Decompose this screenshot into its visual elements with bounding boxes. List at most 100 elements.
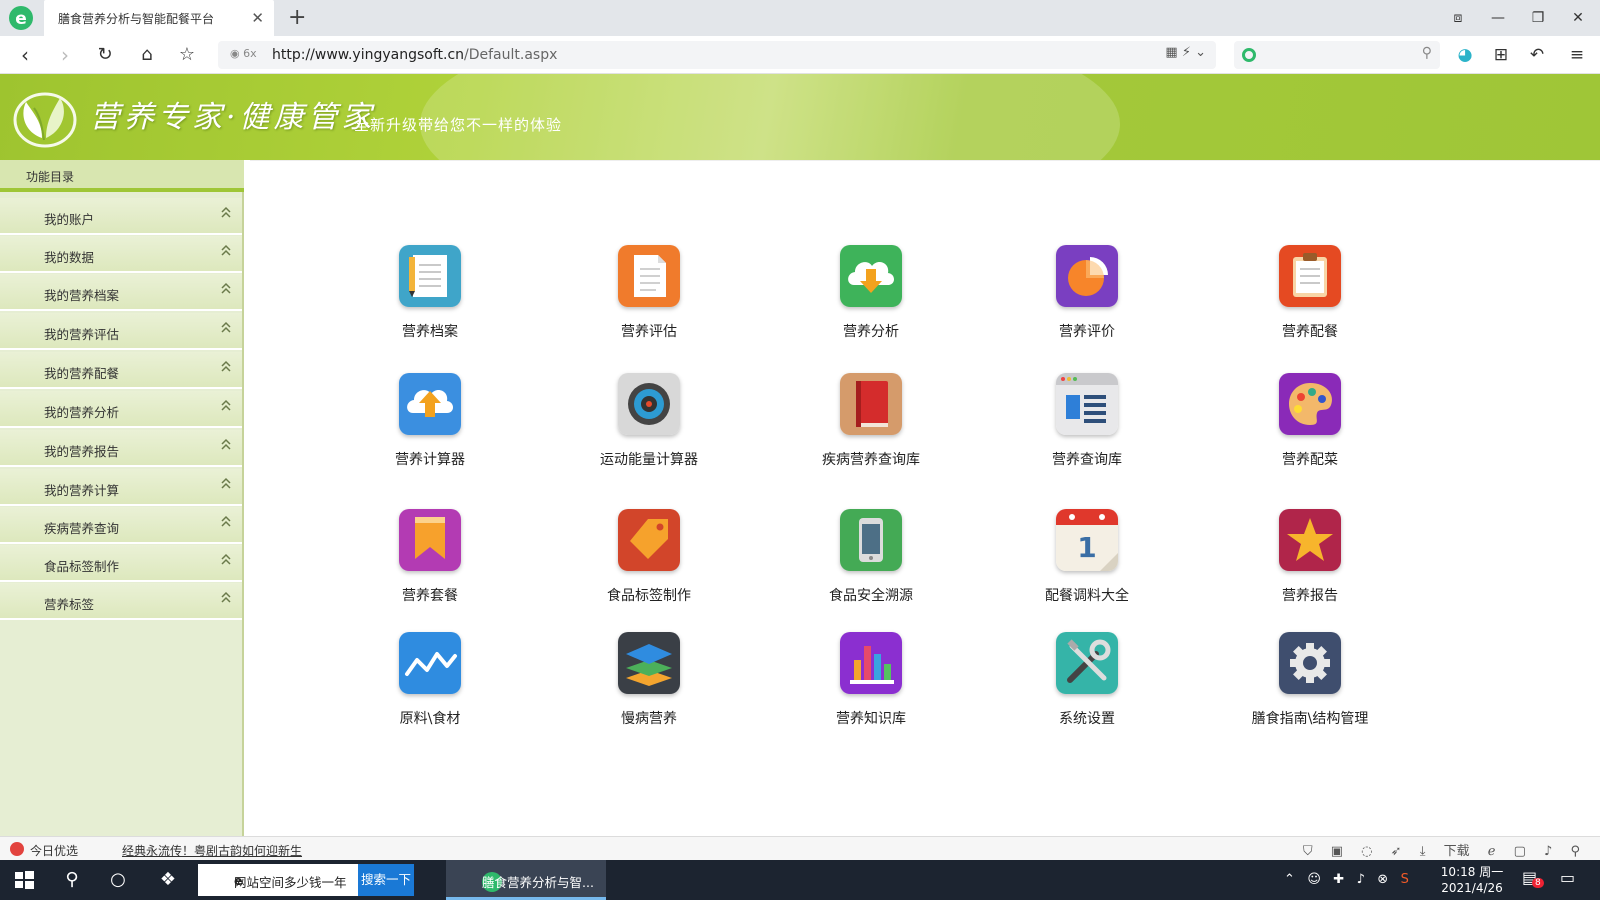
restore-icon[interactable]: ❐ [1528, 8, 1548, 28]
double-chevron-up-icon[interactable] [220, 591, 232, 605]
app-tile-label[interactable]: 营养报告 [1225, 585, 1395, 605]
app-tile-label[interactable]: 配餐调料大全 [1002, 585, 1172, 605]
home-icon[interactable]: ⌂ [134, 42, 160, 68]
search-icon[interactable]: ⚲ [1422, 45, 1432, 61]
app-tile[interactable]: 营养知识库 [786, 632, 956, 740]
app-tile[interactable]: 食品安全溯源 [786, 509, 956, 617]
clipboard-icon[interactable] [1279, 245, 1341, 307]
shield-icon[interactable]: ⛉ [1303, 844, 1313, 859]
sidebar-item[interactable]: 我的数据 [0, 236, 242, 273]
sidebar-item[interactable]: 食品标签制作 [0, 545, 242, 582]
app-tile[interactable]: 营养报告 [1225, 509, 1395, 617]
app-tile[interactable]: 营养配餐 [1225, 245, 1395, 353]
app-tile-label[interactable]: 营养配菜 [1225, 449, 1395, 469]
app-tile-label[interactable]: 运动能量计算器 [564, 449, 734, 469]
gear-icon[interactable] [1279, 632, 1341, 694]
double-chevron-up-icon[interactable] [220, 244, 232, 258]
sidebar-item[interactable]: 我的营养分析 [0, 391, 242, 428]
search-engine-icon[interactable] [1242, 48, 1256, 62]
sidebar-item[interactable]: 我的营养评估 [0, 313, 242, 350]
tray-network-icon[interactable]: ⊗ [1377, 872, 1388, 887]
app-tile-label[interactable]: 营养套餐 [345, 585, 515, 605]
cortana-icon[interactable]: ○ [106, 868, 130, 892]
app-tile-label[interactable]: 营养评估 [564, 321, 734, 341]
app-tile[interactable]: 营养档案 [345, 245, 515, 353]
notification-center-icon[interactable]: ▤ 8 [1522, 868, 1544, 890]
app-tile-label[interactable]: 营养档案 [345, 321, 515, 341]
notepad-pencil-icon[interactable] [399, 245, 461, 307]
tab-close-icon[interactable]: ✕ [251, 9, 264, 27]
shirt-skin-icon[interactable]: ⧈ [1448, 8, 1468, 28]
browser-search-box[interactable]: ⚲ [1234, 41, 1440, 69]
tray-expand-icon[interactable]: ⌃ [1284, 872, 1295, 887]
app-tile[interactable]: 营养计算器 [345, 373, 515, 481]
tray-ime-icon[interactable]: S [1401, 872, 1409, 887]
app-tile-label[interactable]: 营养配餐 [1225, 321, 1395, 341]
url-text[interactable]: http://www.yingyangsoft.cn/Default.aspx [272, 47, 557, 63]
palette-icon[interactable] [1279, 373, 1341, 435]
app-tile-label[interactable]: 食品标签制作 [564, 585, 734, 605]
apps-grid-icon[interactable]: ⊞ [1488, 42, 1514, 68]
address-tools-icon[interactable]: ▦ ⚡ ⌄ [1165, 45, 1206, 60]
double-chevron-up-icon[interactable] [220, 360, 232, 374]
tag-icon[interactable] [618, 509, 680, 571]
app-switcher-icon[interactable]: ❖ [156, 868, 180, 892]
favorite-star-icon[interactable]: ☆ [174, 42, 200, 68]
tray-volume-icon[interactable]: ♪ [1357, 872, 1365, 887]
double-chevron-up-icon[interactable] [220, 515, 232, 529]
double-chevron-up-icon[interactable] [220, 321, 232, 335]
calendar-icon[interactable]: 1 [1056, 509, 1118, 571]
menu-icon[interactable]: ≡ [1564, 42, 1590, 68]
download-button[interactable]: ⤓ 下载 [1420, 844, 1470, 859]
double-chevron-up-icon[interactable] [220, 438, 232, 452]
double-chevron-up-icon[interactable] [220, 553, 232, 567]
taskbar-search-icon[interactable]: ⚲ [60, 868, 84, 892]
layers-icon[interactable] [618, 632, 680, 694]
app-tile[interactable]: 营养分析 [786, 245, 956, 353]
taskbar-clock[interactable]: 10:18 周一 2021/4/26 [1436, 864, 1508, 896]
close-window-icon[interactable]: ✕ [1568, 8, 1588, 28]
star-icon[interactable] [1279, 509, 1341, 571]
ie-mode-icon[interactable]: ℯ [1488, 844, 1496, 859]
app-tile-label[interactable]: 营养分析 [786, 321, 956, 341]
tray-qq-icon[interactable]: ☺ [1307, 872, 1321, 887]
app-tile-label[interactable]: 营养知识库 [786, 708, 956, 728]
app-tile[interactable]: 慢病营养 [564, 632, 734, 740]
app-tile-label[interactable]: 食品安全溯源 [786, 585, 956, 605]
app-tile[interactable]: 营养配菜 [1225, 373, 1395, 481]
app-tile[interactable]: 营养查询库 [1002, 373, 1172, 481]
undo-icon[interactable]: ↶ [1524, 42, 1550, 68]
app-tile[interactable]: 膳食指南\结构管理 [1225, 632, 1395, 740]
zoom-icon[interactable]: ⚲ [1570, 844, 1580, 859]
app-tile-label[interactable]: 慢病营养 [564, 708, 734, 728]
double-chevron-up-icon[interactable] [220, 282, 232, 296]
taskbar-active-app[interactable]: 膳食营养分析与智... [446, 860, 606, 900]
document-icon[interactable] [618, 245, 680, 307]
today-picks-link[interactable]: 今日优选 [30, 842, 78, 859]
app-tile-label[interactable]: 疾病营养查询库 [786, 449, 956, 469]
bookmark-icon[interactable] [399, 509, 461, 571]
double-chevron-up-icon[interactable] [220, 477, 232, 491]
image-icon[interactable]: ▣ [1331, 844, 1343, 859]
book-icon[interactable] [840, 373, 902, 435]
windows-start-icon[interactable] [12, 868, 36, 892]
sidebar-item[interactable]: 我的营养配餐 [0, 352, 242, 389]
tools-icon[interactable] [1056, 632, 1118, 694]
sidebar-item[interactable]: 我的营养档案 [0, 274, 242, 311]
extension-icon[interactable]: ◕ [1452, 42, 1478, 68]
browser-tab[interactable]: 膳食营养分析与智能配餐平台 ✕ [44, 0, 274, 36]
sidebar-item[interactable]: 我的营养报告 [0, 430, 242, 467]
message-icon[interactable]: ▭ [1560, 868, 1582, 890]
app-tile[interactable]: 营养套餐 [345, 509, 515, 617]
sidebar-item[interactable]: 我的账户 [0, 198, 242, 235]
window-icon[interactable]: ▢ [1514, 844, 1526, 859]
sidebar-item[interactable]: 疾病营养查询 [0, 507, 242, 544]
app-tile-label[interactable]: 营养查询库 [1002, 449, 1172, 469]
new-tab-button[interactable]: + [288, 5, 306, 31]
double-chevron-up-icon[interactable] [220, 206, 232, 220]
app-tile[interactable]: 1 配餐调料大全 [1002, 509, 1172, 617]
pie-chart-icon[interactable] [1056, 245, 1118, 307]
app-tile-label[interactable]: 系统设置 [1002, 708, 1172, 728]
site-security-icon[interactable]: ◉ 6x [230, 47, 257, 60]
app-tile-label[interactable]: 原料\食材 [345, 708, 515, 728]
